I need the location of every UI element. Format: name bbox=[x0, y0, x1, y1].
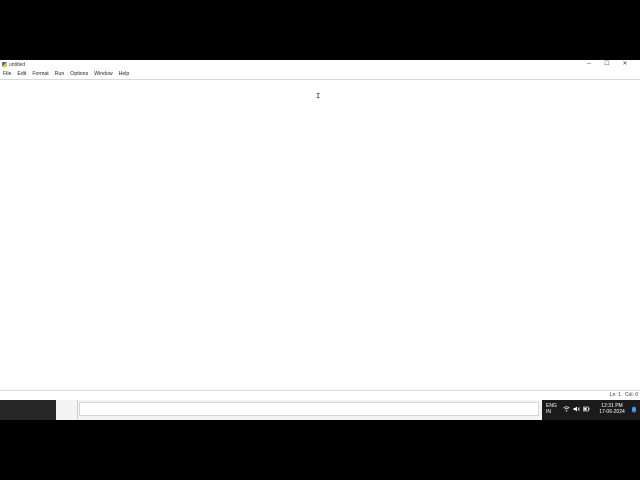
menu-run[interactable]: Run bbox=[55, 71, 65, 77]
taskbar: ENG IN 12:31 PM 17-06-2024 bbox=[0, 400, 640, 420]
wifi-icon[interactable] bbox=[563, 406, 570, 415]
start-button[interactable] bbox=[0, 400, 56, 420]
volume-icon[interactable] bbox=[573, 406, 580, 415]
status-line: Ln: 1 bbox=[609, 392, 621, 398]
clock[interactable]: 12:31 PM 17-06-2024 bbox=[595, 403, 629, 415]
language-region: IN bbox=[546, 409, 551, 415]
maximize-button[interactable]: ☐ bbox=[598, 60, 616, 69]
menu-help[interactable]: Help bbox=[119, 71, 130, 77]
code-editor[interactable]: I bbox=[0, 79, 640, 391]
menu-window[interactable]: Window bbox=[94, 71, 112, 77]
taskbar-divider bbox=[77, 400, 78, 420]
window-title: untitled bbox=[9, 61, 26, 68]
language-indicator[interactable]: ENG IN bbox=[546, 403, 557, 415]
menu-edit[interactable]: Edit bbox=[17, 71, 26, 77]
title-bar[interactable]: untitled ─ ☐ ✕ bbox=[0, 60, 640, 69]
status-bar: Ln: 1 Col: 0 bbox=[0, 391, 640, 400]
menu-options[interactable]: Options bbox=[70, 71, 88, 77]
menu-format[interactable]: Format bbox=[32, 71, 48, 77]
close-button[interactable]: ✕ bbox=[616, 60, 634, 69]
text-cursor-icon: I bbox=[316, 92, 321, 100]
clock-date: 17-06-2024 bbox=[599, 409, 625, 415]
minimize-button[interactable]: ─ bbox=[580, 60, 598, 69]
notification-bell-icon[interactable] bbox=[631, 406, 637, 415]
window-controls: ─ ☐ ✕ bbox=[580, 60, 634, 69]
menu-bar: File Edit Format Run Options Window Help bbox=[0, 69, 640, 79]
status-column: Col: 0 bbox=[624, 392, 638, 398]
taskbar-search-box[interactable] bbox=[79, 402, 539, 416]
desktop-screen: untitled ─ ☐ ✕ File Edit Format Run Opti… bbox=[0, 60, 640, 420]
system-tray: ENG IN 12:31 PM 17-06-2024 bbox=[543, 400, 640, 420]
python-idle-icon bbox=[2, 62, 7, 67]
menu-file[interactable]: File bbox=[3, 71, 11, 77]
battery-icon[interactable] bbox=[583, 406, 590, 415]
